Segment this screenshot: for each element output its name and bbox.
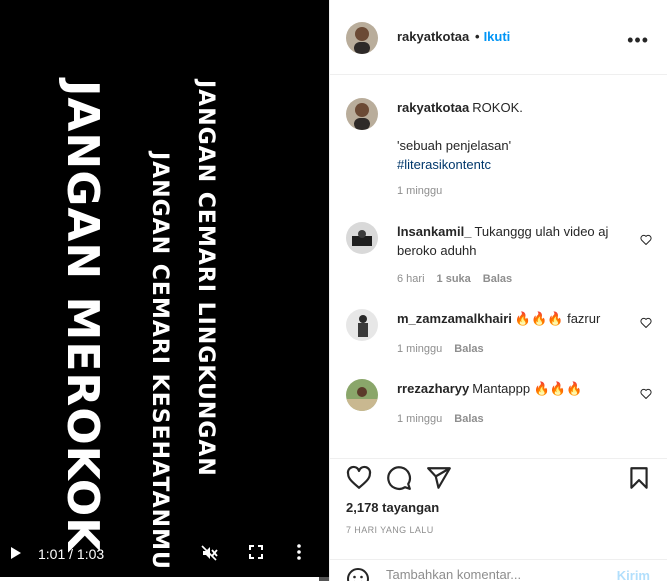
comment-body: m_zamzamalkhairi 🔥🔥🔥 fazrur xyxy=(397,309,623,328)
video-text-main: JANGAN MEROKOK xyxy=(57,80,108,553)
video-text-line2: JANGAN CEMARI KESEHATANMU xyxy=(147,152,172,570)
follow-label: Ikuti xyxy=(483,29,511,44)
comment-time[interactable]: 1 minggu xyxy=(397,343,442,355)
avatar[interactable] xyxy=(346,309,378,341)
share-icon[interactable] xyxy=(426,465,452,491)
caption-quote: 'sebuah penjelasan' xyxy=(397,138,512,153)
vertical-dots-icon[interactable] xyxy=(296,543,302,561)
comment-text: 🔥🔥🔥 fazrur xyxy=(514,311,601,326)
avatar[interactable] xyxy=(346,379,378,411)
video-text-line3: JANGAN CEMARI LINGKUNGAN xyxy=(193,80,218,477)
caption-meta: 1 minggu xyxy=(397,185,454,197)
play-icon[interactable] xyxy=(9,545,23,561)
video-progress-bar[interactable] xyxy=(0,577,329,581)
reply-button[interactable]: Balas xyxy=(483,273,512,285)
heart-icon[interactable] xyxy=(640,388,652,400)
caption-text: ROKOK. xyxy=(472,100,523,115)
view-count[interactable]: 2,178 tayangan xyxy=(346,500,439,515)
comment-body: rrezazharyy Mantappp 🔥🔥🔥 xyxy=(397,379,623,398)
reply-button[interactable]: Balas xyxy=(454,343,483,355)
follow-button[interactable]: • Ikuti xyxy=(475,29,510,44)
separator-dot: • xyxy=(475,29,480,44)
muted-speaker-icon[interactable] xyxy=(200,544,218,562)
reply-button[interactable]: Balas xyxy=(454,413,483,425)
video-controls: 1:01 / 1:03 xyxy=(0,529,329,581)
caption-username[interactable]: rakyatkotaa xyxy=(397,100,469,115)
caption-time[interactable]: 1 minggu xyxy=(397,185,442,197)
comment-time[interactable]: 6 hari xyxy=(397,273,425,285)
comment-input[interactable] xyxy=(386,567,586,581)
comment-text: Mantappp 🔥🔥🔥 xyxy=(472,381,583,396)
heart-icon[interactable] xyxy=(346,465,372,491)
caption-hashtag[interactable]: #literasikontentc xyxy=(397,155,623,174)
comment-likes[interactable]: 1 suka xyxy=(437,273,471,285)
comment-meta: 1 minggu Balas xyxy=(397,343,496,355)
post-timestamp[interactable]: 7 HARI YANG LALU xyxy=(346,525,434,535)
comment-meta: 6 hari 1 suka Balas xyxy=(397,273,524,285)
caption-body: rakyatkotaa ROKOK. 'sebuah penjelasan' #l… xyxy=(397,98,623,174)
comments-list: rakyatkotaa ROKOK. 'sebuah penjelasan' #l… xyxy=(330,76,667,458)
post-comment-button[interactable]: Kirim xyxy=(617,568,650,581)
comment-icon[interactable] xyxy=(386,465,412,491)
post-actions: 2,178 tayangan 7 HARI YANG LALU Kirim xyxy=(330,458,667,581)
more-options-icon[interactable]: ••• xyxy=(627,30,649,51)
heart-icon[interactable] xyxy=(640,317,652,329)
heart-icon[interactable] xyxy=(640,234,652,246)
comment-meta: 1 minggu Balas xyxy=(397,413,496,425)
comment-time[interactable]: 1 minggu xyxy=(397,413,442,425)
post-panel: rakyatkotaa • Ikuti ••• rakyatkotaa ROKOK.… xyxy=(329,0,667,581)
add-comment-bar: Kirim xyxy=(330,559,667,581)
video-player[interactable]: JANGAN MEROKOK JANGAN CEMARI KESEHATANMU… xyxy=(0,0,329,581)
comment-username[interactable]: rrezazharyy xyxy=(397,381,469,396)
post-username[interactable]: rakyatkotaa xyxy=(397,29,469,44)
video-progress-fill xyxy=(0,577,320,581)
avatar[interactable] xyxy=(346,22,378,54)
post-header: rakyatkotaa • Ikuti ••• xyxy=(330,0,667,75)
bookmark-icon[interactable] xyxy=(626,465,652,491)
avatar[interactable] xyxy=(346,98,378,130)
comment-username[interactable]: m_zamzamalkhairi xyxy=(397,311,512,326)
comment-username[interactable]: lnsankamil_ xyxy=(397,224,471,239)
video-time: 1:01 / 1:03 xyxy=(38,546,105,562)
comment-body: lnsankamil_ Tukanggg ulah video aj beroko… xyxy=(397,222,623,260)
emoji-icon[interactable] xyxy=(346,567,370,581)
fullscreen-icon[interactable] xyxy=(248,544,264,560)
avatar[interactable] xyxy=(346,222,378,254)
